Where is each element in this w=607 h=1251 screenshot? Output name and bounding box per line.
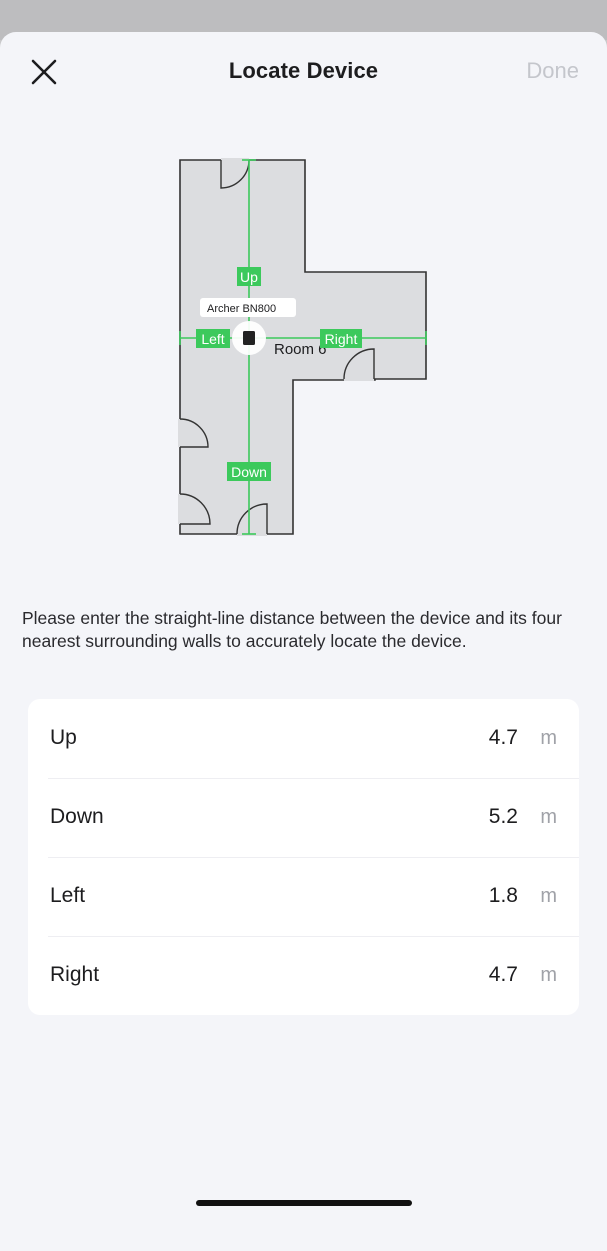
distance-row-down[interactable]: Down 5.2 m (28, 778, 579, 857)
distance-unit: m (540, 964, 557, 986)
distance-unit: m (540, 727, 557, 749)
distance-row-up[interactable]: Up 4.7 m (28, 699, 579, 778)
distance-label: Left (50, 884, 86, 907)
distance-unit: m (540, 885, 557, 907)
distance-value-input[interactable]: 5.2 (489, 805, 518, 829)
locate-device-sheet: Locate Device Done Room 6 Up Down Left R… (0, 32, 607, 1251)
room-label: Room 6 (274, 341, 327, 358)
done-button[interactable]: Done (526, 58, 579, 84)
door-opening-left-2 (178, 494, 182, 524)
door-opening-right (344, 377, 374, 381)
home-indicator[interactable] (196, 1200, 412, 1206)
distance-value-input[interactable]: 4.7 (489, 963, 518, 987)
device-name-tag: Archer BN800 (207, 303, 276, 315)
distance-list: Up 4.7 m Down 5.2 m Left 1.8 m Right 4.7… (28, 699, 579, 1015)
door-opening-left-1 (178, 419, 182, 447)
distance-label: Right (50, 963, 100, 986)
router-icon (243, 331, 255, 345)
tag-down: Down (231, 464, 267, 480)
distance-row-right[interactable]: Right 4.7 m (28, 936, 579, 1015)
distance-unit: m (540, 806, 557, 828)
page-title: Locate Device (228, 58, 379, 83)
floor-plan: Room 6 Up Down Left Right Archer BN800 (170, 152, 440, 542)
device-marker[interactable] (232, 321, 266, 355)
distance-row-left[interactable]: Left 1.8 m (28, 857, 579, 936)
tag-up: Up (240, 269, 258, 285)
distance-label: Down (50, 805, 104, 828)
tag-left: Left (201, 331, 224, 347)
distance-value-input[interactable]: 1.8 (489, 884, 518, 908)
tag-right: Right (325, 331, 358, 347)
distance-value-input[interactable]: 4.7 (489, 726, 518, 750)
distance-label: Up (50, 726, 77, 749)
header: Locate Device Done (0, 32, 607, 110)
instruction-text: Please enter the straight-line distance … (22, 608, 562, 651)
